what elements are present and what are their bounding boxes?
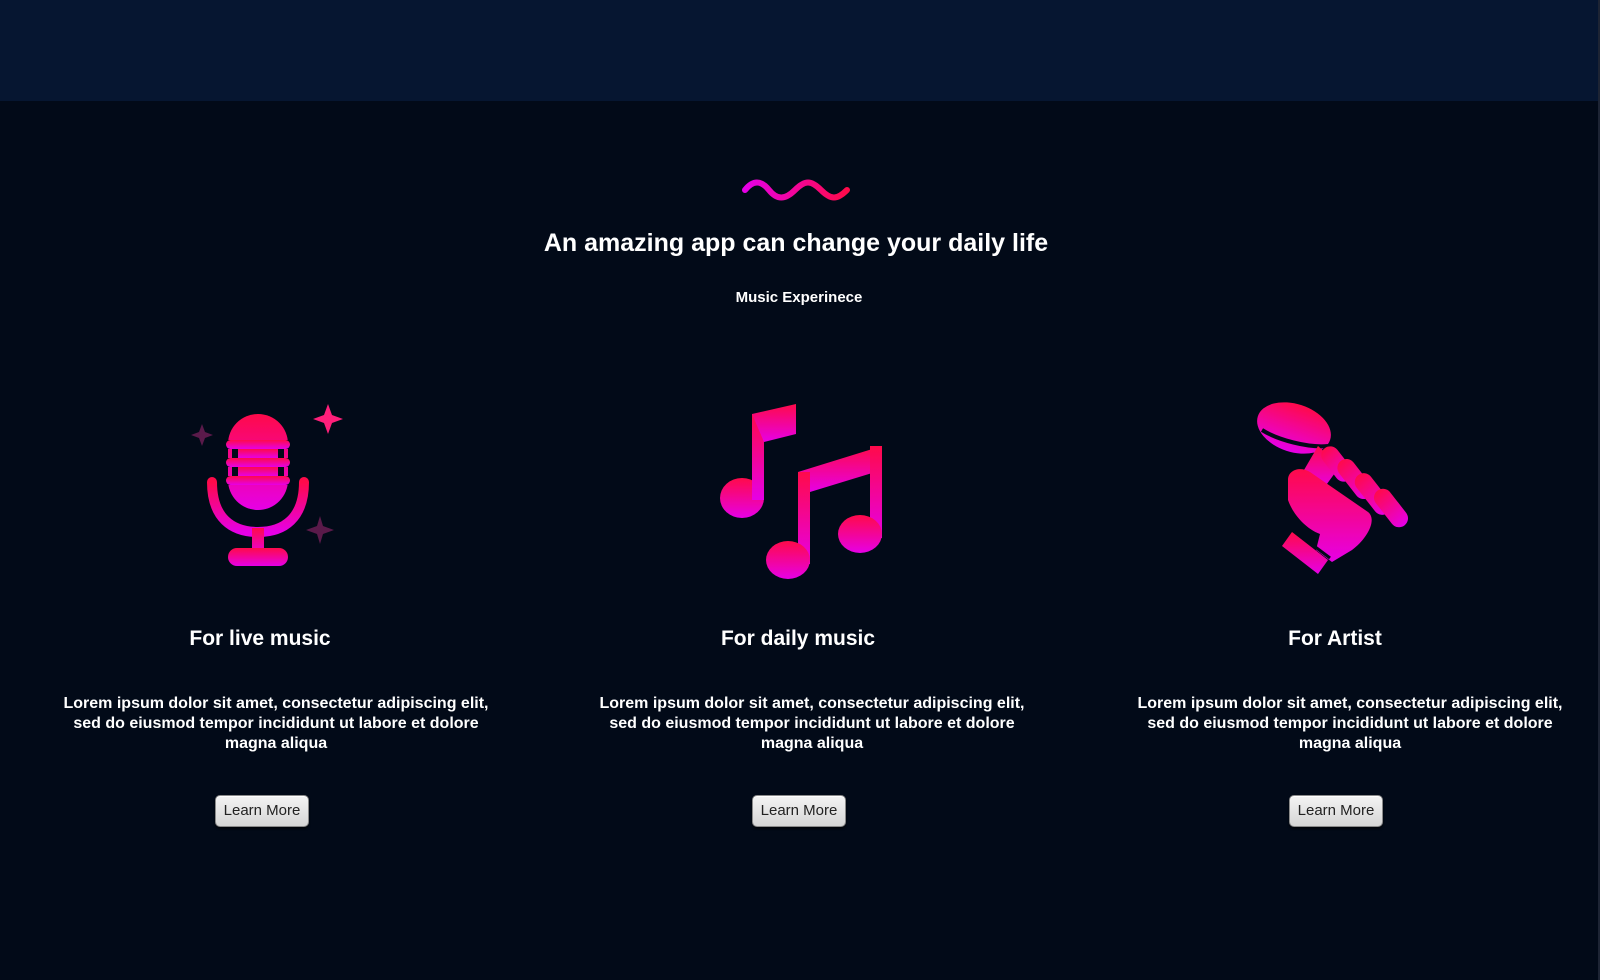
feature-card-daily-music: For daily music Lorem ipsum dolor sit am…: [592, 400, 1032, 830]
music-notes-icon: [720, 404, 882, 579]
wave-icon: [742, 179, 850, 201]
app-window: An amazing app can change your daily lif…: [0, 0, 1600, 980]
page-subheadline: Music Experinece: [735, 289, 863, 306]
learn-more-button[interactable]: Learn More: [752, 795, 846, 827]
top-navigation-bar: [0, 0, 1600, 101]
card-title: For Artist: [1288, 627, 1382, 650]
learn-more-button[interactable]: Learn More: [215, 795, 309, 827]
learn-more-button[interactable]: Learn More: [1289, 795, 1383, 827]
page-headline: An amazing app can change your daily lif…: [543, 229, 1049, 257]
card-title: For daily music: [720, 627, 876, 650]
card-title: For live music: [189, 627, 331, 650]
hand-microphone-icon: [1257, 402, 1409, 574]
microphone-sparkle-icon: [191, 404, 343, 566]
feature-card-artist: For Artist Lorem ipsum dolor sit amet, c…: [1130, 400, 1570, 830]
card-description: Lorem ipsum dolor sit amet, consectetur …: [63, 695, 489, 752]
card-description: Lorem ipsum dolor sit amet, consectetur …: [1137, 695, 1563, 752]
feature-card-live-music: For live music Lorem ipsum dolor sit ame…: [56, 400, 496, 830]
card-description: Lorem ipsum dolor sit amet, consectetur …: [599, 695, 1025, 752]
